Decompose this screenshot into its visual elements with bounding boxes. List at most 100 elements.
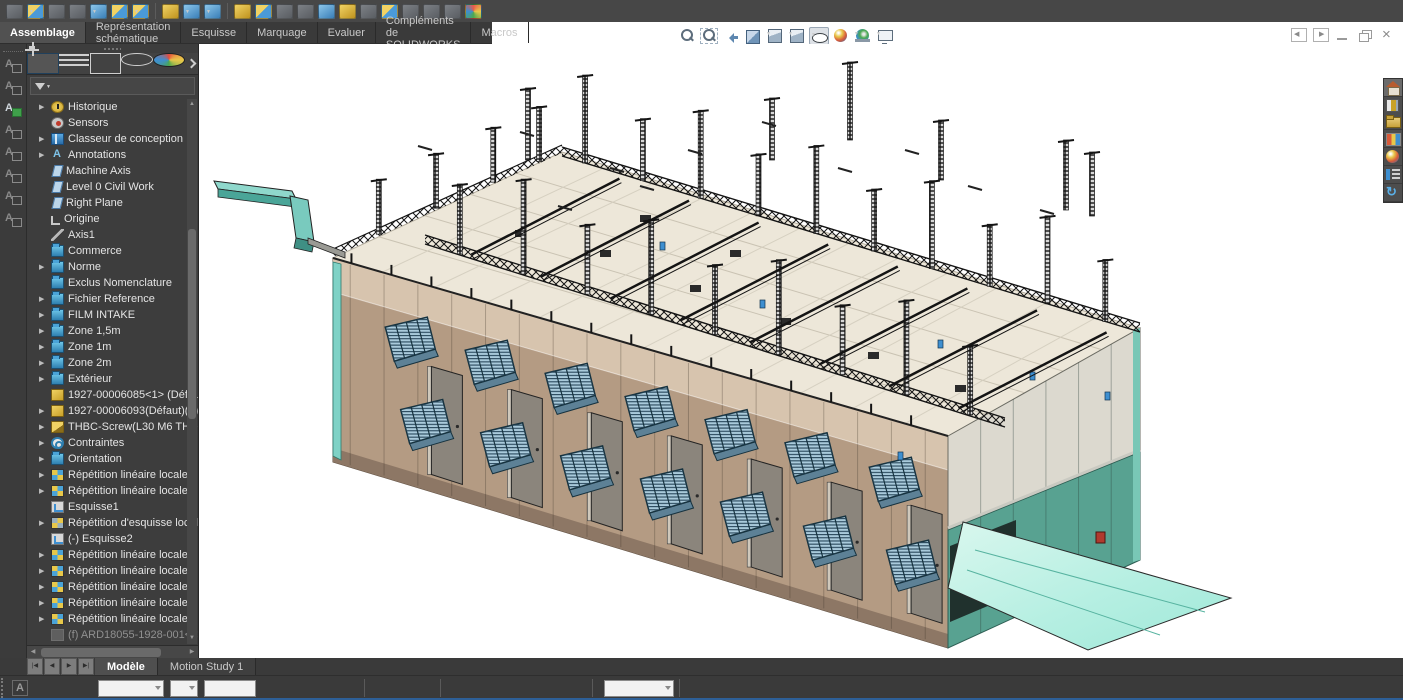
tree-item-rep-lin6[interactable]: Répétition linéaire locale6 xyxy=(27,595,198,611)
tree-item-caret[interactable] xyxy=(39,551,51,559)
tree-horizontal-scrollbar[interactable] xyxy=(27,645,198,658)
prev-tab-button[interactable] xyxy=(44,658,60,675)
tab-evaluer[interactable]: Evaluer xyxy=(318,22,376,43)
note-color-icon[interactable] xyxy=(266,681,281,695)
doc-forward-button[interactable] xyxy=(1313,28,1329,42)
rotate-component-icon[interactable] xyxy=(297,4,314,19)
tree-item-caret[interactable] xyxy=(39,455,51,463)
note-tool-icon[interactable] xyxy=(3,57,23,74)
annotation-settings-icon[interactable] xyxy=(3,211,23,228)
align-center-icon[interactable] xyxy=(399,681,414,695)
insert-component-icon[interactable] xyxy=(27,4,44,19)
line-thickness-icon[interactable] xyxy=(752,681,767,695)
tree-item-caret[interactable] xyxy=(39,311,51,319)
stamp-icon[interactable] xyxy=(695,681,710,695)
balloon-tool-icon[interactable] xyxy=(3,79,23,96)
tree-item-caret[interactable] xyxy=(39,295,51,303)
assembly-features-icon[interactable] xyxy=(183,4,200,19)
panel-grip[interactable] xyxy=(27,44,198,53)
tree-item-sensors[interactable]: Sensors xyxy=(27,115,198,131)
edit-appearance-icon[interactable] xyxy=(831,27,851,45)
tree-item-caret[interactable] xyxy=(39,471,51,479)
view-palette-icon[interactable] xyxy=(1384,130,1402,148)
last-tab-button[interactable] xyxy=(78,658,94,675)
tree-item-rep-lin7[interactable]: Répétition linéaire locale7 xyxy=(27,611,198,627)
tree-item-rep-lin5[interactable]: Répétition linéaire locale5 xyxy=(27,579,198,595)
filter-caret-icon[interactable] xyxy=(45,79,53,94)
solidworks-resources-icon[interactable] xyxy=(1384,79,1402,97)
tree-item-caret[interactable] xyxy=(39,423,51,431)
hide-show-items-icon[interactable] xyxy=(809,27,829,45)
tree-item-caret[interactable] xyxy=(39,615,51,623)
tree-item-caret[interactable] xyxy=(39,583,51,591)
tree-item-caret[interactable] xyxy=(39,599,51,607)
tab-motion-study-1[interactable]: Motion Study 1 xyxy=(158,658,256,675)
tree-item-zone2[interactable]: Zone 2m xyxy=(27,355,198,371)
bold-icon[interactable] xyxy=(285,681,300,695)
tree-item-rep-lin3[interactable]: Répétition linéaire locale3 xyxy=(27,483,198,499)
viewport-3d[interactable] xyxy=(199,44,1403,658)
tree-item-exclus[interactable]: Exclus Nomenclature xyxy=(27,275,198,291)
tab-modele[interactable]: Modèle xyxy=(95,658,158,675)
design-library-icon[interactable] xyxy=(1386,99,1399,112)
tree-filter[interactable] xyxy=(30,77,195,95)
move-component-icon[interactable] xyxy=(276,4,293,19)
solidworks-forum-icon[interactable] xyxy=(1384,184,1402,202)
scroll-left-icon[interactable] xyxy=(27,646,39,658)
tree-item-caret[interactable] xyxy=(39,103,51,111)
number-list-icon[interactable] xyxy=(532,681,547,695)
displaymanager-tab[interactable] xyxy=(153,53,185,67)
tree-item-caret[interactable] xyxy=(39,135,51,143)
toolbar-grip[interactable] xyxy=(1,678,6,698)
paragraph-icon[interactable] xyxy=(570,681,585,695)
bom-table-icon[interactable] xyxy=(255,4,272,19)
featuremanager-tab[interactable] xyxy=(27,53,59,74)
tree-item-caret[interactable] xyxy=(39,263,51,271)
model-intake-chute[interactable] xyxy=(214,181,345,258)
tab-complements-solidworks[interactable]: Compléments de SOLIDWORKS xyxy=(376,22,472,43)
tree-vertical-scrollbar[interactable] xyxy=(187,99,197,644)
file-explorer-icon[interactable] xyxy=(1384,112,1402,130)
snapshot-camera-icon[interactable] xyxy=(360,4,377,19)
gears-icon[interactable] xyxy=(234,4,251,19)
table-hatch-icon[interactable] xyxy=(771,681,786,695)
window-icon[interactable] xyxy=(69,4,86,19)
tree-item-machine-axis[interactable]: Machine Axis xyxy=(27,163,198,179)
configurationmanager-tab[interactable] xyxy=(90,53,122,74)
tree-item-classeur[interactable]: Classeur de conception xyxy=(27,131,198,147)
tree-item-caret[interactable] xyxy=(39,327,51,335)
linear-pattern-icon[interactable] xyxy=(90,4,107,19)
tab-marquage[interactable]: Marquage xyxy=(247,22,318,43)
line-style-icon[interactable] xyxy=(733,681,748,695)
tree-item-ard18055[interactable]: (f) ARD18055-1928-001<1> (Defa xyxy=(27,627,198,643)
zoom-area-icon[interactable] xyxy=(699,27,719,45)
tree-item-right-plane[interactable]: Right Plane xyxy=(27,195,198,211)
tree-item-zone15[interactable]: Zone 1,5m xyxy=(27,323,198,339)
line-style-combobox[interactable] xyxy=(604,680,674,697)
tree-item-fichier-ref[interactable]: Fichier Reference xyxy=(27,291,198,307)
minimize-button[interactable] xyxy=(1335,28,1351,42)
tree-item-caret[interactable] xyxy=(39,343,51,351)
text-height-field[interactable] xyxy=(204,680,256,697)
restore-button[interactable] xyxy=(1357,28,1373,42)
tree-item-level0[interactable]: Level 0 Civil Work xyxy=(27,179,198,195)
tree-item-origine[interactable]: Origine xyxy=(27,211,198,227)
lock-icon[interactable] xyxy=(339,4,356,19)
flag-icon[interactable] xyxy=(790,681,805,695)
strikethrough-icon[interactable] xyxy=(342,681,357,695)
edit-component-icon[interactable] xyxy=(111,4,128,19)
align-right-icon[interactable] xyxy=(418,681,433,695)
tree-item-caret[interactable] xyxy=(39,151,51,159)
tree-item-orientation[interactable]: Orientation xyxy=(27,451,198,467)
tree-item-rep-esq2[interactable]: Répétition d'esquisse locale2 xyxy=(27,515,198,531)
tree-item-caret[interactable] xyxy=(39,359,51,367)
component-colors-icon[interactable] xyxy=(465,4,482,19)
tree-item-rep-lin2[interactable]: Répétition linéaire locale2 xyxy=(27,467,198,483)
display-style-icon[interactable] xyxy=(787,27,807,45)
reference-geometry-icon[interactable] xyxy=(132,4,149,19)
tree-item-zone1[interactable]: Zone 1m xyxy=(27,339,198,355)
tree-item-esquisse2[interactable]: (-) Esquisse2 xyxy=(27,531,198,547)
exploded-view-icon[interactable] xyxy=(318,4,335,19)
picture-note-icon[interactable] xyxy=(3,189,23,206)
zoom-fit-icon[interactable] xyxy=(677,27,697,45)
